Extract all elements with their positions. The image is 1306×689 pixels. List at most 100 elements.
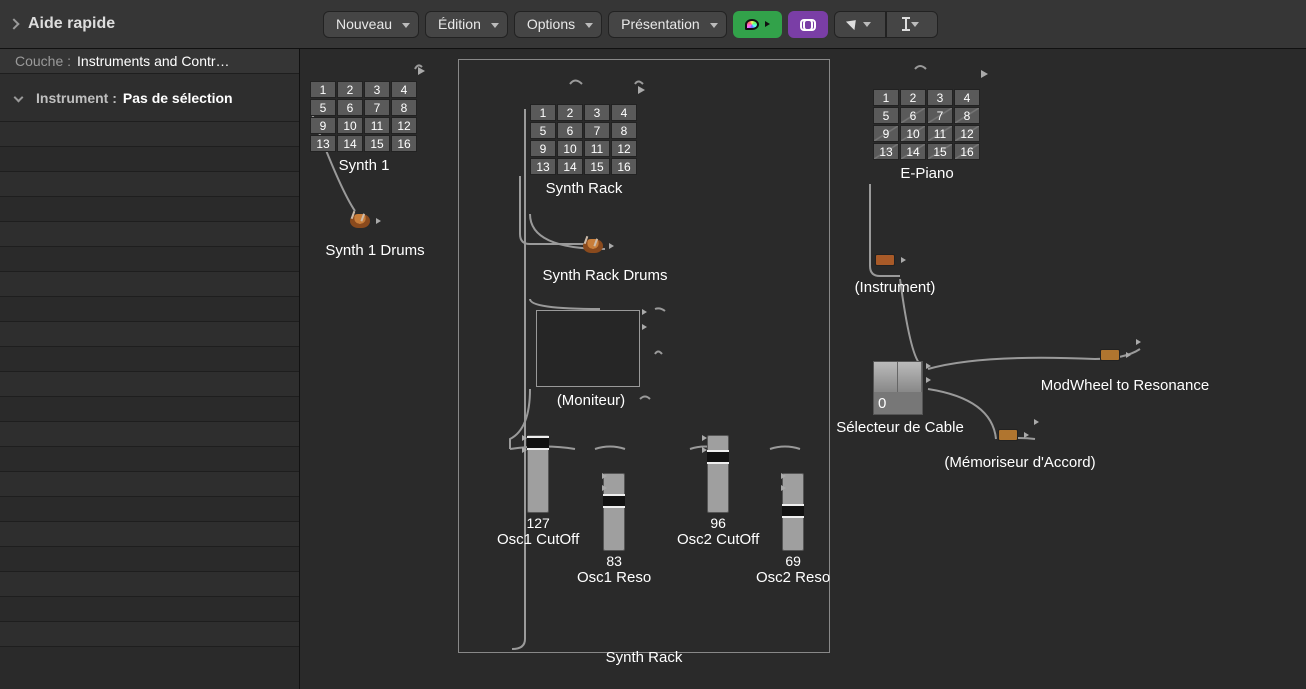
quick-help-label: Aide rapide: [28, 15, 115, 33]
midi-colors-button[interactable]: [733, 11, 782, 38]
synth-rack-group-label: Synth Rack: [458, 649, 830, 666]
chevron-down-icon: [491, 23, 499, 28]
fader-label: Osc1 CutOff: [497, 531, 579, 548]
cable-selector-label: Sélecteur de Cable: [825, 419, 975, 436]
cable-selector[interactable]: 0: [873, 361, 923, 415]
output-port-icon: [702, 447, 707, 453]
output-port-icon: [522, 447, 527, 453]
output-port-icon: [1136, 339, 1141, 345]
environment-canvas[interactable]: 1234 5678 9101112 13141516 Synth 1 Synth…: [300, 49, 1306, 689]
synth-rack-label: Synth Rack: [530, 180, 638, 197]
fader-value: 127: [526, 515, 549, 531]
output-port-icon: [602, 473, 607, 479]
quick-help-toggle[interactable]: Aide rapide: [10, 15, 299, 33]
output-port-icon: [609, 243, 614, 249]
instrument-object[interactable]: [875, 254, 906, 266]
chevron-right-icon: [8, 18, 19, 29]
list-item: [0, 297, 299, 322]
list-item: [0, 497, 299, 522]
list-item: [0, 222, 299, 247]
monitor-label: (Moniteur): [536, 392, 646, 409]
list-item: [0, 472, 299, 497]
chevron-down-icon: [863, 22, 871, 27]
fader-label: Osc1 Reso: [577, 569, 651, 586]
layer-prefix: Couche :: [15, 53, 71, 69]
menu-edition[interactable]: Édition: [425, 11, 508, 38]
chord-memorizer-icon: [998, 429, 1018, 441]
drum-icon: [350, 214, 370, 228]
output-port-icon: [1126, 352, 1131, 358]
list-item: [0, 247, 299, 272]
list-item: [0, 172, 299, 197]
list-item: [0, 322, 299, 347]
list-item: [0, 422, 299, 447]
text-tool[interactable]: [886, 11, 938, 38]
output-port-icon: [702, 435, 707, 441]
instrument-prefix: Instrument :: [36, 90, 117, 106]
instrument-value: Pas de sélection: [123, 90, 233, 106]
synth1-label: Synth 1: [310, 157, 418, 174]
drum-icon: [583, 239, 603, 253]
synth1-multi[interactable]: 1234 5678 9101112 13141516: [310, 81, 417, 152]
link-button[interactable]: [788, 11, 828, 38]
fader-osc2-cutoff[interactable]: 96 Osc2 CutOff: [677, 435, 759, 548]
list-item: [0, 272, 299, 297]
synth1-drums-object[interactable]: [350, 214, 381, 228]
menu-nouveau[interactable]: Nouveau: [323, 11, 419, 38]
list-item: [0, 372, 299, 397]
fader-osc1-reso[interactable]: 83 Osc1 Reso: [577, 473, 651, 586]
synth-rack-drums-label: Synth Rack Drums: [525, 267, 685, 284]
chevron-down-icon: [402, 23, 410, 28]
fader-osc1-cutoff[interactable]: 127 Osc1 CutOff: [497, 435, 579, 548]
epiano-multi[interactable]: 1234 5678 9101112 13141516: [873, 89, 980, 160]
layer-row[interactable]: Couche : Instruments and Contr…: [0, 49, 299, 74]
list-item: [0, 147, 299, 172]
fader-label: Osc2 CutOff: [677, 531, 759, 548]
monitor-object[interactable]: [536, 310, 640, 387]
fader-osc2-reso[interactable]: 69 Osc2 Reso: [756, 473, 830, 586]
modwheel-object[interactable]: [1100, 349, 1131, 361]
play-icon: [981, 70, 988, 78]
list-item: [0, 447, 299, 472]
output-port-icon: [901, 257, 906, 263]
menu-presentation[interactable]: Présentation: [608, 11, 727, 38]
layer-value: Instruments and Contr…: [77, 53, 230, 69]
cable-selector-value: 0: [874, 392, 922, 414]
list-item: [0, 572, 299, 597]
chevron-right-icon: [765, 21, 770, 27]
menu-options[interactable]: Options: [514, 11, 602, 38]
palette-icon: [745, 19, 759, 30]
transformer-icon: [1100, 349, 1120, 361]
chevron-down-icon: [710, 23, 718, 28]
list-item: [0, 197, 299, 222]
toolbar: Aide rapide Nouveau Édition Options Prés…: [0, 0, 1306, 49]
chevron-down-icon: [911, 22, 919, 27]
epiano-label: E-Piano: [873, 165, 981, 182]
memoriseur-object[interactable]: [998, 429, 1029, 441]
pointer-tool[interactable]: [834, 11, 886, 38]
output-port-icon: [926, 363, 931, 369]
output-port-icon: [781, 473, 786, 479]
output-port-icon: [522, 435, 527, 441]
text-cursor-icon: [905, 17, 907, 31]
instrument-icon: [875, 254, 895, 266]
fader-label: Osc2 Reso: [756, 569, 830, 586]
output-port-icon: [642, 309, 647, 315]
output-port-icon: [781, 485, 786, 491]
synth-rack-drums-object[interactable]: [583, 239, 614, 253]
instrument-row[interactable]: Instrument : Pas de sélection: [0, 74, 299, 122]
synth-rack-multi[interactable]: 1234 5678 9101112 13141516: [530, 104, 637, 175]
instrument-label: (Instrument): [840, 279, 950, 296]
memoriseur-label: (Mémoriseur d'Accord): [925, 454, 1115, 471]
list-item: [0, 522, 299, 547]
output-port-icon: [602, 485, 607, 491]
list-item: [0, 122, 299, 147]
link-icon: [800, 19, 816, 29]
cursor-arrow-icon: [849, 17, 859, 31]
fader-value: 83: [606, 553, 622, 569]
fader-value: 69: [785, 553, 801, 569]
chevron-down-icon: [585, 23, 593, 28]
list-item: [0, 397, 299, 422]
synth1-drums-label: Synth 1 Drums: [300, 242, 450, 259]
list-item: [0, 597, 299, 622]
